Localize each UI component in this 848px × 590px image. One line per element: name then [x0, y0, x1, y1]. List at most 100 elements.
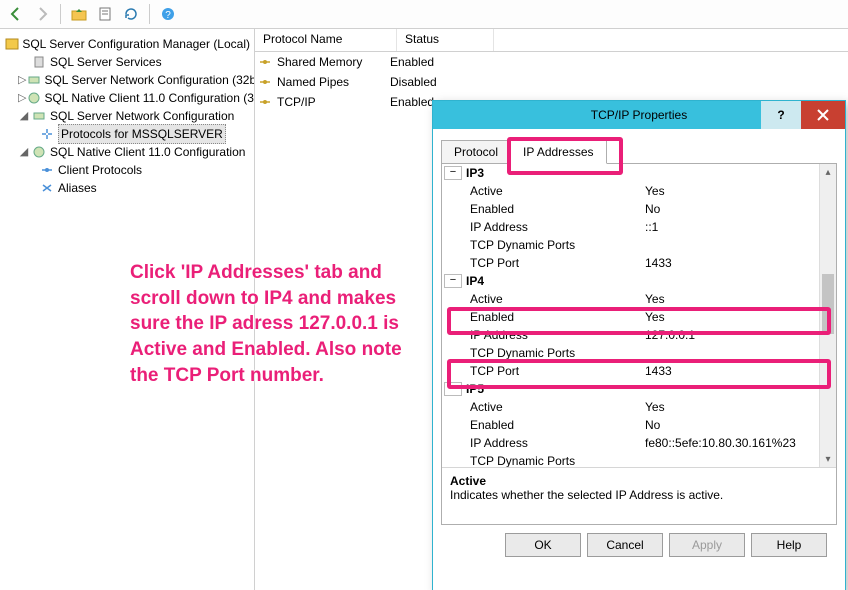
- tree-item[interactable]: Client Protocols: [4, 161, 250, 179]
- properties-button[interactable]: [93, 2, 117, 26]
- protocol-name: Shared Memory: [275, 55, 382, 69]
- protocol-icon: [255, 55, 275, 69]
- property-value[interactable]: fe80::5efe:10.80.30.161%23: [645, 436, 820, 450]
- close-button[interactable]: [801, 101, 845, 129]
- property-value[interactable]: Yes: [645, 400, 820, 414]
- list-row[interactable]: Named Pipes Disabled: [255, 72, 848, 92]
- scroll-thumb[interactable]: [822, 274, 834, 334]
- property-value[interactable]: 1433: [645, 256, 820, 270]
- refresh-button[interactable]: [119, 2, 143, 26]
- back-button[interactable]: [4, 2, 28, 26]
- collapse-icon[interactable]: −: [444, 274, 462, 288]
- property-value[interactable]: No: [645, 202, 820, 216]
- property-key: Active: [442, 184, 645, 198]
- property-row[interactable]: IP Addressfe80::5efe:10.80.30.161%23: [442, 434, 820, 452]
- property-row[interactable]: IP Address::1: [442, 218, 820, 236]
- property-key: TCP Port: [442, 256, 645, 270]
- tree-item[interactable]: ◢ SQL Server Network Configuration: [4, 107, 250, 125]
- property-row[interactable]: EnabledYes: [442, 308, 820, 326]
- dialog-titlebar[interactable]: TCP/IP Properties ?: [433, 101, 845, 129]
- property-key: TCP Dynamic Ports: [442, 454, 645, 468]
- up-folder-button[interactable]: [67, 2, 91, 26]
- help-button[interactable]: Help: [751, 533, 827, 557]
- tree-item[interactable]: ◢ SQL Native Client 11.0 Configuration: [4, 143, 250, 161]
- property-row[interactable]: TCP Port1433: [442, 254, 820, 272]
- property-row[interactable]: EnabledNo: [442, 416, 820, 434]
- tab-ip-addresses[interactable]: IP Addresses: [510, 140, 607, 164]
- list-row[interactable]: Shared Memory Enabled: [255, 52, 848, 72]
- tab-protocol[interactable]: Protocol: [441, 140, 511, 164]
- alias-icon: [39, 180, 55, 196]
- server-icon: [5, 36, 19, 52]
- scrollbar[interactable]: ▴ ▾: [819, 164, 836, 467]
- property-value[interactable]: No: [645, 418, 820, 432]
- tree-label: SQL Native Client 11.0 Configuration: [50, 143, 245, 161]
- property-row[interactable]: TCP Dynamic Ports: [442, 452, 820, 468]
- tree-label: Protocols for MSSQLSERVER: [58, 124, 226, 144]
- expander-icon[interactable]: ◢: [18, 143, 30, 161]
- property-row[interactable]: EnabledNo: [442, 200, 820, 218]
- property-value[interactable]: 1433: [645, 364, 820, 378]
- property-row[interactable]: ActiveYes: [442, 398, 820, 416]
- group-name: IP3: [466, 166, 484, 180]
- property-value[interactable]: 127.0.0.1: [645, 328, 820, 342]
- annotation-callout: Click 'IP Addresses' tab and scroll down…: [130, 260, 430, 388]
- property-value[interactable]: ::1: [645, 220, 820, 234]
- tree-label: SQL Server Network Configuration: [50, 107, 234, 125]
- network-icon: [31, 108, 47, 124]
- expander-icon[interactable]: ▷: [18, 71, 26, 89]
- tab-strip: Protocol IP Addresses: [441, 140, 837, 164]
- tree-root[interactable]: SQL Server Configuration Manager (Local): [4, 35, 250, 53]
- apply-button[interactable]: Apply: [669, 533, 745, 557]
- tab-content: −IP3ActiveYesEnabledNoIP Address::1TCP D…: [441, 163, 837, 525]
- property-row[interactable]: IP Address127.0.0.1: [442, 326, 820, 344]
- property-value[interactable]: Yes: [645, 310, 820, 324]
- help-button[interactable]: ?: [156, 2, 180, 26]
- tree-label: Aliases: [58, 179, 97, 197]
- tcpip-properties-dialog: TCP/IP Properties ? Protocol IP Addresse…: [432, 100, 846, 590]
- scroll-down-button[interactable]: ▾: [820, 451, 836, 467]
- tree-item[interactable]: Aliases: [4, 179, 250, 197]
- protocols-icon: [39, 126, 55, 142]
- property-key: Active: [442, 400, 645, 414]
- description-pane: Active Indicates whether the selected IP…: [442, 468, 836, 524]
- forward-button[interactable]: [30, 2, 54, 26]
- group-header[interactable]: −IP5: [442, 380, 820, 398]
- separator: [149, 4, 150, 24]
- tree-label: Client Protocols: [58, 161, 142, 179]
- group-header[interactable]: −IP4: [442, 272, 820, 290]
- group-header[interactable]: −IP3: [442, 164, 820, 182]
- network-icon: [27, 72, 41, 88]
- protocol-status: Disabled: [382, 75, 437, 89]
- ok-button[interactable]: OK: [505, 533, 581, 557]
- property-row[interactable]: TCP Dynamic Ports: [442, 344, 820, 362]
- protocol-status: Enabled: [382, 95, 434, 109]
- protocol-name: TCP/IP: [275, 95, 382, 109]
- property-key: Enabled: [442, 418, 645, 432]
- tree-item-selected[interactable]: Protocols for MSSQLSERVER: [4, 125, 250, 143]
- property-row[interactable]: TCP Dynamic Ports: [442, 236, 820, 254]
- dialog-buttons: OK Cancel Apply Help: [441, 525, 837, 557]
- property-value[interactable]: Yes: [645, 292, 820, 306]
- titlebar-help-button[interactable]: ?: [761, 101, 801, 129]
- property-row[interactable]: ActiveYes: [442, 290, 820, 308]
- tree-label: SQL Server Configuration Manager (Local): [22, 35, 250, 53]
- collapse-icon[interactable]: −: [444, 166, 462, 180]
- expander-icon[interactable]: ▷: [18, 89, 26, 107]
- list-header: Protocol Name Status: [255, 29, 848, 52]
- description-body: Indicates whether the selected IP Addres…: [450, 488, 828, 502]
- tree-item[interactable]: ▷ SQL Native Client 11.0 Configuration (…: [4, 89, 250, 107]
- property-row[interactable]: TCP Port1433: [442, 362, 820, 380]
- col-protocol-name[interactable]: Protocol Name: [255, 29, 397, 51]
- property-key: Active: [442, 292, 645, 306]
- cancel-button[interactable]: Cancel: [587, 533, 663, 557]
- expander-icon[interactable]: ◢: [18, 107, 30, 125]
- tree-item[interactable]: ▷ SQL Server Network Configuration (32bi…: [4, 71, 250, 89]
- property-row[interactable]: ActiveYes: [442, 182, 820, 200]
- property-value[interactable]: Yes: [645, 184, 820, 198]
- tree-item[interactable]: SQL Server Services: [4, 53, 250, 71]
- collapse-icon[interactable]: −: [444, 382, 462, 396]
- toolbar: ?: [0, 0, 848, 29]
- scroll-up-button[interactable]: ▴: [820, 164, 836, 180]
- col-status[interactable]: Status: [397, 29, 494, 51]
